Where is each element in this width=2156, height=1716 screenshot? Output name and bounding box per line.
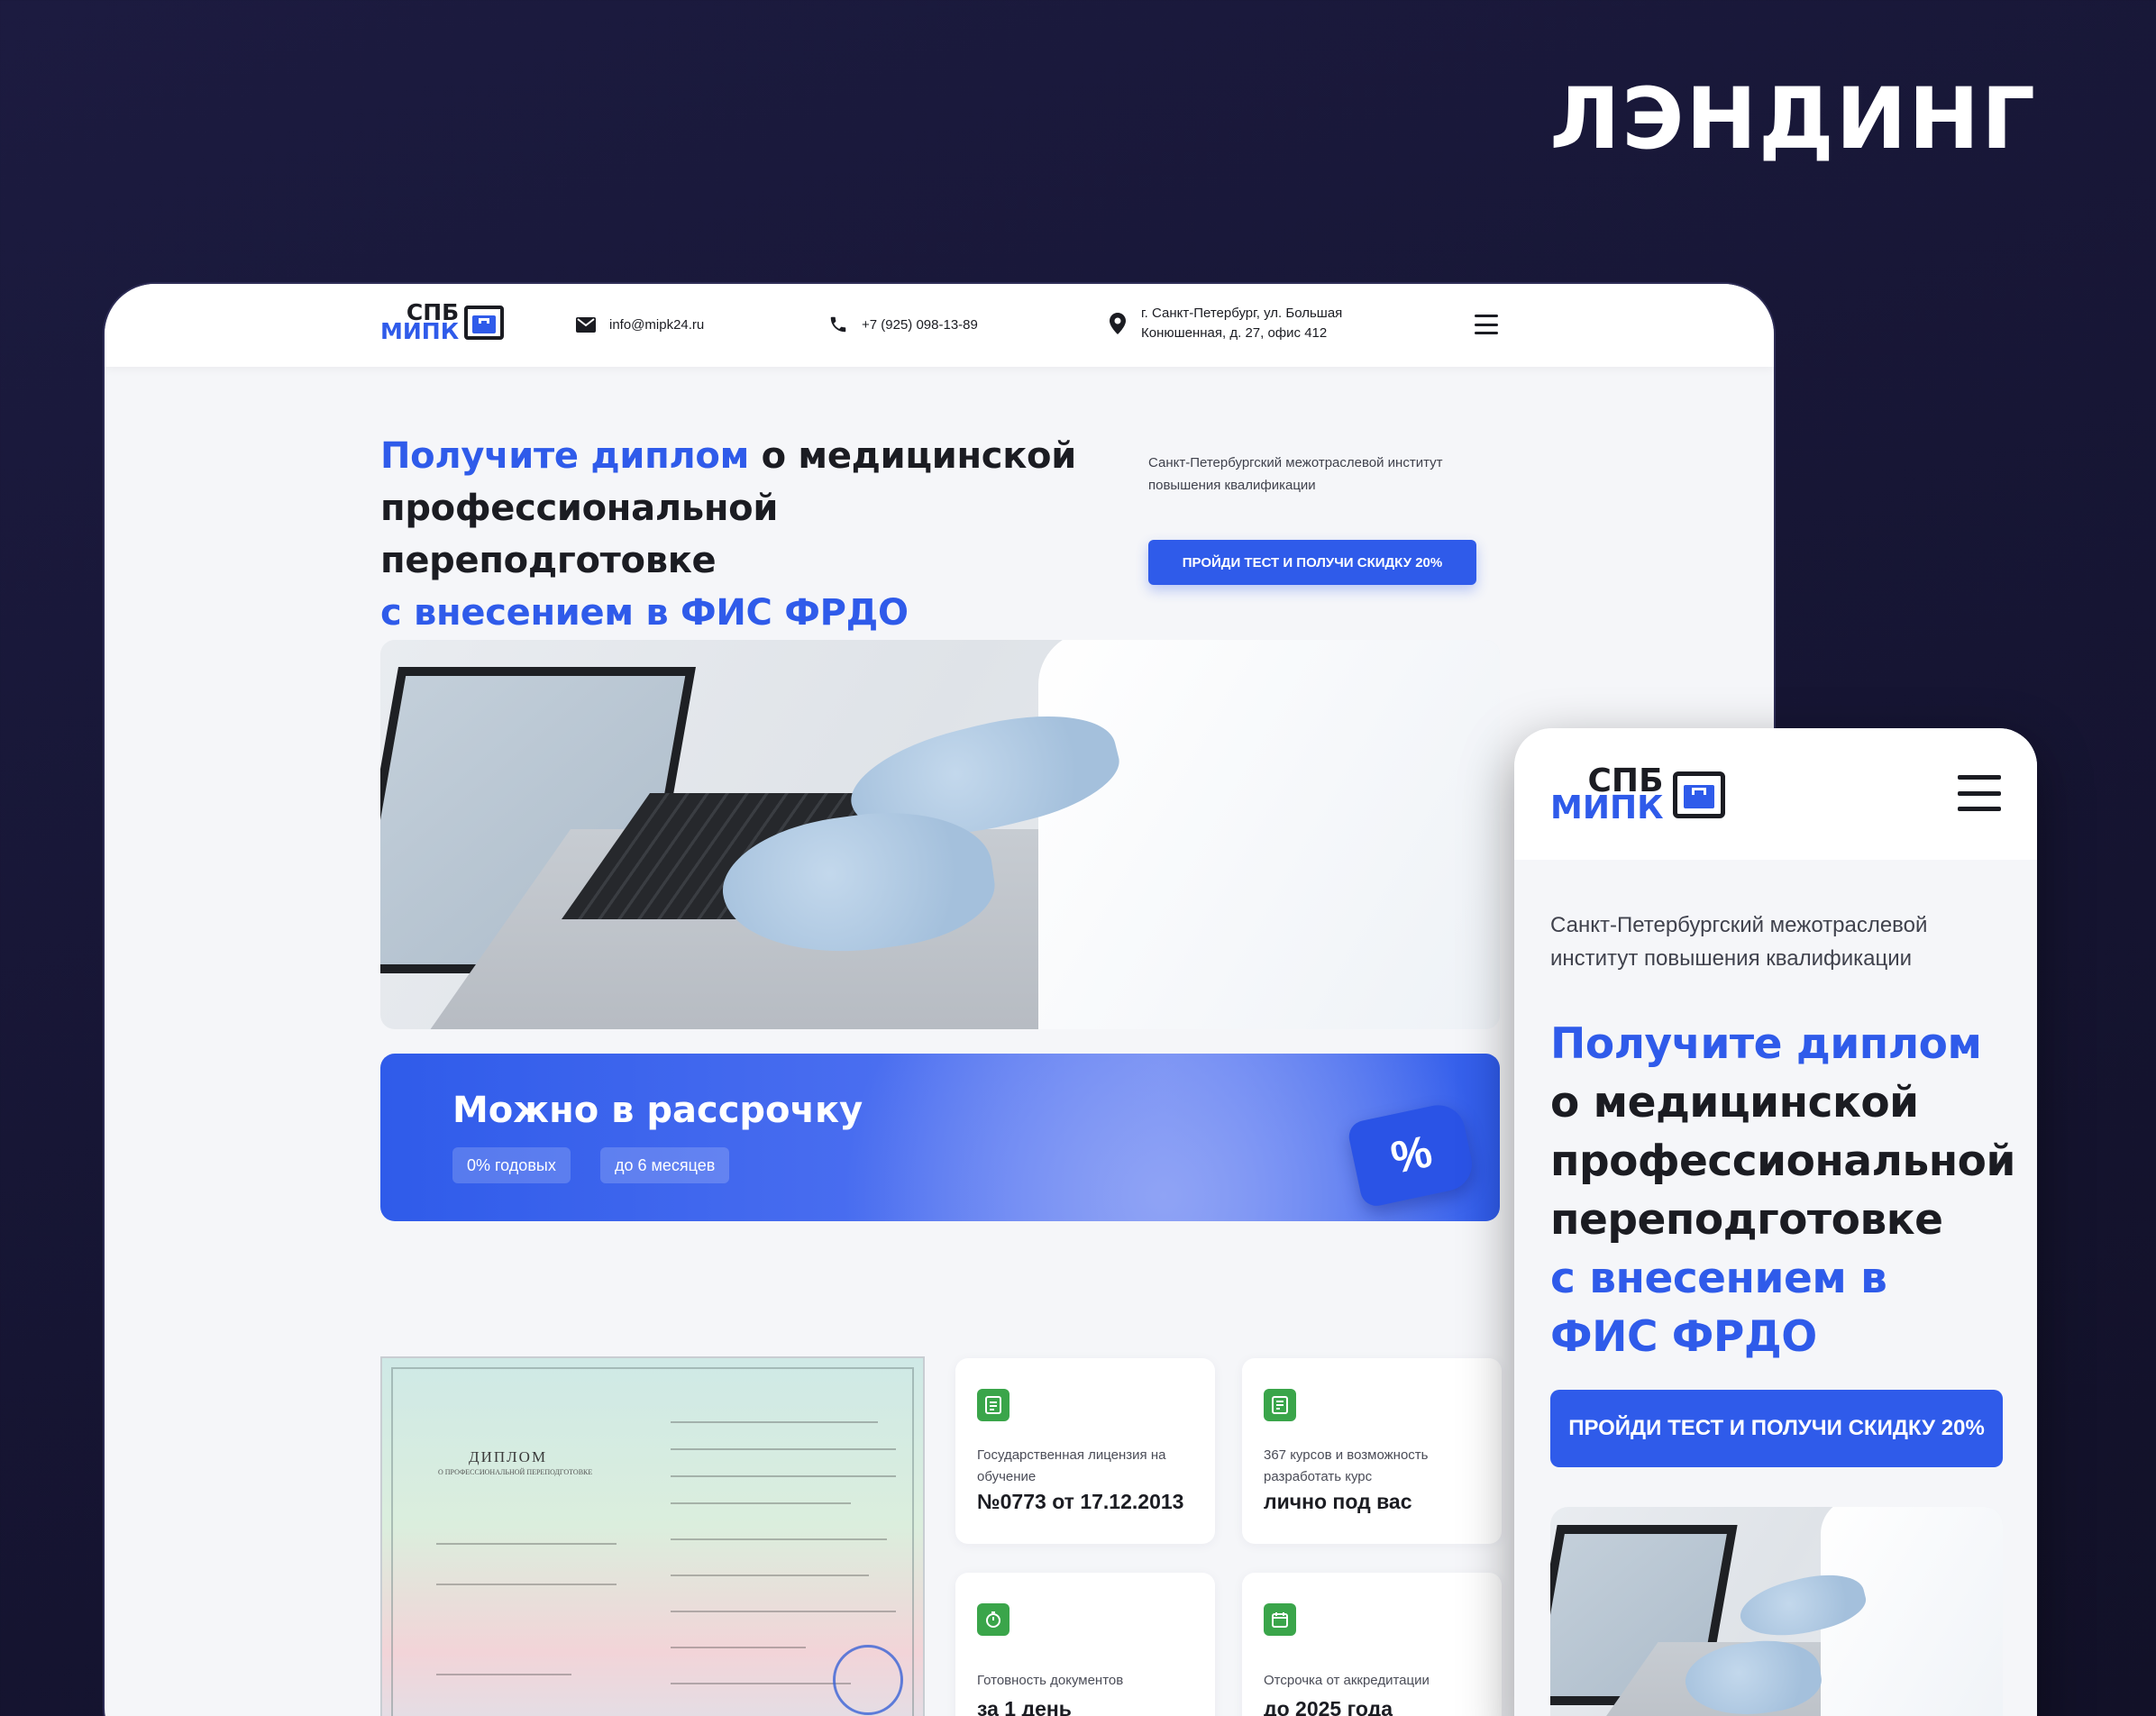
menu-icon[interactable] — [1475, 315, 1498, 334]
logo-text-mipk: МИПК — [1550, 789, 1664, 826]
phone-text: +7 (925) 098-13-89 — [862, 316, 978, 333]
cta-button[interactable]: ПРОЙДИ ТЕСТ И ПОЛУЧИ СКИДКУ 20% — [1148, 540, 1476, 585]
header-phone[interactable]: +7 (925) 098-13-89 — [826, 312, 978, 337]
hero-title-main: о медицинской профессиональной переподго… — [1550, 1078, 2015, 1245]
feature-card-license: Государственная лицензия на обучение №07… — [955, 1358, 1215, 1544]
mobile-header: СПБ МИПК — [1514, 728, 2037, 860]
feature-label: Отсрочка от аккредитации — [1264, 1673, 1430, 1688]
mobile-logo[interactable]: СПБ МИПК — [1550, 765, 1725, 826]
address-line-1: г. Санкт-Петербург, ул. Большая — [1141, 306, 1343, 321]
feature-label: Готовность документов — [977, 1673, 1124, 1688]
mobile-hero-image — [1550, 1507, 2003, 1716]
calendar-icon — [1264, 1603, 1296, 1636]
feature-value: лично под вас — [1264, 1490, 1412, 1513]
email-text: info@mipk24.ru — [609, 316, 705, 333]
mobile-menu-icon[interactable] — [1958, 775, 2001, 811]
mobile-hero-title: Получите диплом о медицинской профессион… — [1550, 1015, 2015, 1366]
diploma-image: ДИПЛОМ О ПРОФЕССИОНАЛЬНОЙ ПЕРЕПОДГОТОВКЕ — [380, 1356, 925, 1716]
feature-value: до 2025 года — [1264, 1697, 1393, 1716]
stamp-icon — [833, 1645, 903, 1715]
header-email[interactable]: info@mipk24.ru — [573, 312, 704, 337]
feature-label: 367 курсов и возможность разработать кур… — [1264, 1447, 1429, 1484]
mobile-subtitle: Санкт-Петербургский межотраслевой инстит… — [1550, 913, 1928, 971]
briefcase-icon — [1672, 771, 1725, 818]
diploma-subtitle: О ПРОФЕССИОНАЛЬНОЙ ПЕРЕПОДГОТОВКЕ — [438, 1468, 593, 1476]
logo-text-mipk: МИПК — [380, 317, 460, 344]
site-header: СПБ МИПК info@mipk24.ru +7 (925) 098-13-… — [105, 284, 1774, 367]
feature-label: Государственная лицензия на обучение — [977, 1447, 1166, 1484]
feature-value: №0773 от 17.12.2013 — [977, 1490, 1184, 1513]
hero-title: Получите диплом о медицинской профессион… — [380, 430, 1092, 639]
hero-title-accent-2: с внесением в ФИС ФРДО — [1550, 1254, 1887, 1362]
hero-title-accent-1: Получите диплом — [1550, 1019, 1982, 1069]
mobile-mockup: СПБ МИПК Санкт-Петербургский межотраслев… — [1514, 728, 2037, 1716]
installment-title: Можно в рассрочку — [452, 1090, 863, 1131]
mail-icon — [573, 312, 598, 337]
site-logo[interactable]: СПБ МИПК — [380, 301, 505, 344]
installment-term-badge: до 6 месяцев — [600, 1147, 730, 1183]
feature-card-courses: 367 курсов и возможность разработать кур… — [1242, 1358, 1502, 1544]
hero-title-accent-1: Получите диплом — [380, 435, 749, 477]
location-pin-icon — [1105, 311, 1130, 336]
installment-banner[interactable]: Можно в рассрочку 0% годовых до 6 месяце… — [380, 1054, 1500, 1221]
list-icon — [1264, 1389, 1296, 1421]
diploma-title: ДИПЛОМ — [469, 1448, 548, 1465]
page-heading: ЛЭНДИНГ — [1549, 70, 2037, 169]
hero-image — [380, 640, 1500, 1029]
phone-icon — [826, 312, 851, 337]
header-address[interactable]: г. Санкт-Петербург, ул. Большая Конюшенн… — [1105, 304, 1342, 343]
document-icon — [977, 1389, 1009, 1421]
briefcase-icon — [464, 305, 505, 340]
feature-card-deferral: Отсрочка от аккредитации до 2025 года — [1242, 1573, 1502, 1716]
address-line-2: Конюшенная, д. 27, офис 412 — [1141, 325, 1328, 341]
feature-card-readiness: Готовность документов за 1 день — [955, 1573, 1215, 1716]
hero-subtitle: Санкт-Петербургский межотраслевой инстит… — [1148, 455, 1443, 493]
hero-title-accent-2: с внесением в ФИС ФРДО — [380, 592, 909, 634]
timer-icon — [977, 1603, 1009, 1636]
installment-rate-badge: 0% годовых — [452, 1147, 571, 1183]
discount-tag-icon: % — [1346, 1100, 1477, 1209]
mobile-cta-button[interactable]: ПРОЙДИ ТЕСТ И ПОЛУЧИ СКИДКУ 20% — [1550, 1390, 2003, 1467]
feature-value: за 1 день — [977, 1697, 1072, 1716]
